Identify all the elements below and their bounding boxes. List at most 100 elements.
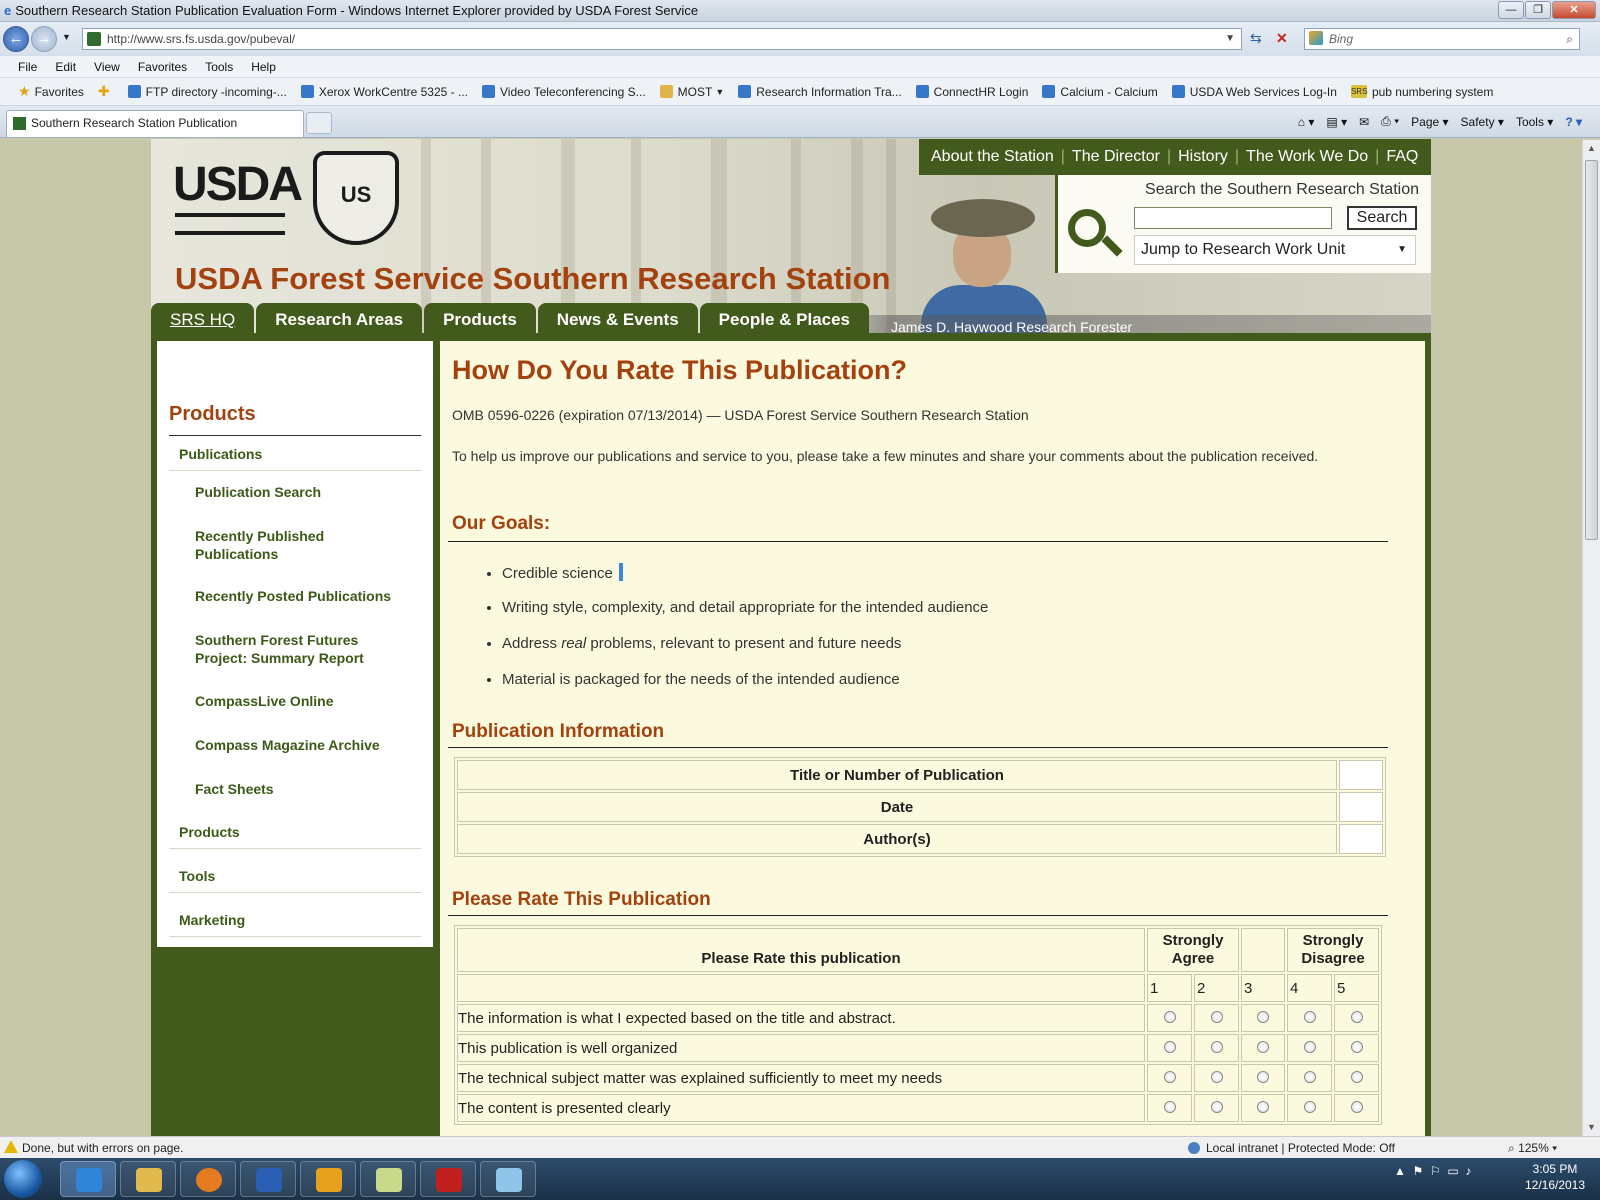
rating-radio-1[interactable] bbox=[1163, 1040, 1176, 1053]
sidebar-item-forest-futures[interactable]: Southern Forest Futures Project: Summary… bbox=[169, 631, 409, 667]
nav-research-areas[interactable]: Research Areas bbox=[256, 303, 423, 339]
favorite-link[interactable]: Calcium - Calcium bbox=[1042, 85, 1158, 99]
taskbar-acrobat[interactable] bbox=[420, 1161, 476, 1197]
rating-radio-3[interactable] bbox=[1257, 1010, 1269, 1023]
feeds-icon[interactable]: ▤ ▾ bbox=[1326, 115, 1347, 129]
sidebar-item-compasslive[interactable]: CompassLive Online bbox=[169, 692, 421, 710]
refresh-icon[interactable]: ⇆ bbox=[1250, 30, 1262, 47]
print-icon[interactable]: ⎙ ▾ bbox=[1381, 114, 1399, 129]
taskbar-app[interactable] bbox=[480, 1161, 536, 1197]
taskbar-word[interactable] bbox=[240, 1161, 296, 1197]
rating-radio-2[interactable] bbox=[1210, 1100, 1223, 1113]
close-icon[interactable]: ✕ bbox=[1552, 1, 1596, 19]
rating-radio-2[interactable] bbox=[1210, 1040, 1223, 1053]
nav-people-places[interactable]: People & Places bbox=[699, 303, 870, 339]
authors-input[interactable] bbox=[1339, 824, 1383, 854]
date-input[interactable] bbox=[1339, 792, 1383, 822]
taskbar-folder[interactable] bbox=[360, 1161, 416, 1197]
address-bar[interactable]: http://www.srs.fs.usda.gov/pubeval/ ▼ bbox=[82, 28, 1242, 50]
rating-radio-4[interactable] bbox=[1303, 1100, 1316, 1113]
sidebar-item-recently-posted[interactable]: Recently Posted Publications bbox=[169, 587, 421, 605]
start-button[interactable] bbox=[4, 1160, 42, 1198]
site-title[interactable]: USDA Forest Service Southern Research St… bbox=[175, 261, 891, 297]
sidebar-item-products[interactable]: Products bbox=[169, 815, 421, 849]
search-icon[interactable]: ⌕ bbox=[1566, 29, 1573, 49]
favorite-link[interactable]: USDA Web Services Log-In bbox=[1171, 85, 1337, 99]
warning-icon[interactable] bbox=[4, 1140, 18, 1153]
menu-favorites[interactable]: Favorites bbox=[138, 60, 187, 74]
favorite-link[interactable]: SRS pub numbering system bbox=[1350, 85, 1493, 99]
rating-radio-5[interactable] bbox=[1350, 1010, 1363, 1023]
nav-news-events[interactable]: News & Events bbox=[537, 303, 698, 339]
vertical-scrollbar[interactable]: ▲ ▼ bbox=[1582, 140, 1600, 1136]
sidebar-item-tools[interactable]: Tools bbox=[169, 859, 421, 893]
zoom-level[interactable]: ⌕ 125% ▾ bbox=[1508, 1141, 1557, 1156]
menu-file[interactable]: File bbox=[18, 60, 37, 74]
safety-menu[interactable]: Safety ▾ bbox=[1461, 115, 1504, 129]
new-tab-button[interactable] bbox=[306, 112, 332, 134]
nav-faq[interactable]: FAQ bbox=[1386, 148, 1418, 166]
tab-pubeval[interactable]: Southern Research Station Publication Ev… bbox=[6, 110, 304, 154]
tools-menu[interactable]: Tools ▾ bbox=[1516, 115, 1553, 129]
rating-radio-3[interactable] bbox=[1257, 1070, 1269, 1083]
favorite-link[interactable]: FTP directory -incoming-... bbox=[127, 85, 287, 99]
nav-history[interactable]: History bbox=[1178, 148, 1228, 166]
taskbar-explorer[interactable] bbox=[120, 1161, 176, 1197]
rating-radio-1[interactable] bbox=[1163, 1100, 1176, 1113]
rating-radio-3[interactable] bbox=[1257, 1100, 1269, 1113]
taskbar-media[interactable] bbox=[180, 1161, 236, 1197]
system-tray[interactable]: ▲ ⚑ ⚐ ▭ ♪ bbox=[1394, 1164, 1471, 1178]
home-icon[interactable]: ⌂ ▾ bbox=[1298, 115, 1315, 129]
scroll-down-icon[interactable]: ▼ bbox=[1583, 1119, 1600, 1136]
scroll-up-icon[interactable]: ▲ bbox=[1583, 140, 1600, 157]
rating-radio-1[interactable] bbox=[1163, 1010, 1176, 1023]
favorite-folder[interactable]: MOST ▼ bbox=[659, 85, 724, 99]
rating-radio-2[interactable] bbox=[1210, 1070, 1223, 1083]
sidebar-item-marketing[interactable]: Marketing bbox=[169, 903, 421, 937]
back-icon[interactable]: ← bbox=[3, 26, 29, 52]
nav-products[interactable]: Products bbox=[424, 303, 536, 339]
taskbar-ie[interactable] bbox=[60, 1161, 116, 1197]
nav-the-work-we-do[interactable]: The Work We Do bbox=[1246, 148, 1368, 166]
rating-radio-4[interactable] bbox=[1303, 1040, 1316, 1053]
favorites-button[interactable]: ★ Favorites bbox=[18, 83, 84, 100]
sidebar-item-publication-search[interactable]: Publication Search bbox=[169, 483, 421, 501]
rating-radio-5[interactable] bbox=[1350, 1100, 1363, 1113]
security-zone[interactable]: Local intranet | Protected Mode: Off bbox=[1188, 1141, 1395, 1155]
taskbar-outlook[interactable] bbox=[300, 1161, 356, 1197]
page-menu[interactable]: Page ▾ bbox=[1411, 115, 1448, 129]
favorite-link[interactable]: Video Teleconferencing S... bbox=[482, 85, 646, 99]
recent-pages-dropdown-icon[interactable]: ▼ bbox=[62, 32, 71, 42]
address-dropdown-icon[interactable]: ▼ bbox=[1225, 29, 1235, 49]
help-icon[interactable]: ? ▾ bbox=[1565, 115, 1582, 129]
jump-to-research-unit-select[interactable]: Jump to Research Work Unit ▼ bbox=[1134, 235, 1416, 265]
rating-radio-4[interactable] bbox=[1303, 1070, 1316, 1083]
add-favorite-icon[interactable]: ✚ bbox=[98, 83, 114, 100]
usda-logo[interactable]: USDA bbox=[173, 157, 303, 235]
sidebar-item-compass-archive[interactable]: Compass Magazine Archive bbox=[169, 736, 421, 754]
menu-help[interactable]: Help bbox=[251, 60, 276, 74]
rating-radio-5[interactable] bbox=[1350, 1040, 1363, 1053]
site-search-input[interactable] bbox=[1134, 207, 1332, 229]
menu-edit[interactable]: Edit bbox=[55, 60, 76, 74]
favorite-link[interactable]: ConnectHR Login bbox=[915, 85, 1028, 99]
menu-view[interactable]: View bbox=[94, 60, 120, 74]
forward-icon[interactable]: → bbox=[31, 26, 57, 52]
title-input[interactable] bbox=[1339, 760, 1383, 790]
browser-search-input[interactable]: Bing ⌕ bbox=[1304, 28, 1580, 50]
forest-service-shield-logo[interactable]: US bbox=[313, 151, 399, 245]
rating-radio-2[interactable] bbox=[1210, 1010, 1223, 1023]
rating-radio-1[interactable] bbox=[1163, 1070, 1176, 1083]
nav-about-the-station[interactable]: About the Station bbox=[931, 148, 1054, 166]
site-search-button[interactable]: Search bbox=[1347, 206, 1417, 230]
menu-tools[interactable]: Tools bbox=[205, 60, 233, 74]
rating-radio-4[interactable] bbox=[1303, 1010, 1316, 1023]
stop-icon[interactable]: ✕ bbox=[1276, 30, 1288, 47]
minimize-icon[interactable]: — bbox=[1498, 1, 1524, 19]
scrollbar-thumb[interactable] bbox=[1585, 160, 1598, 540]
nav-the-director[interactable]: The Director bbox=[1072, 148, 1160, 166]
nav-srs-hq[interactable]: SRS HQ bbox=[151, 303, 255, 339]
sidebar-item-fact-sheets[interactable]: Fact Sheets bbox=[169, 780, 421, 798]
mail-icon[interactable]: ✉ bbox=[1359, 115, 1369, 129]
rating-radio-3[interactable] bbox=[1257, 1040, 1269, 1053]
